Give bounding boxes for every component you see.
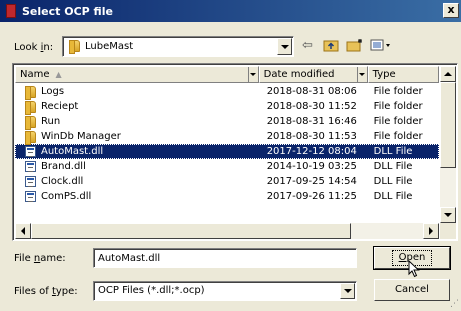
file-type: DLL File (373, 191, 413, 202)
arrow-up-icon (444, 72, 452, 76)
lookin-value: LubeMast (85, 40, 134, 52)
arrow-left-icon (21, 227, 25, 235)
app-icon (6, 4, 16, 18)
column-header-name[interactable]: Name ▲ (15, 66, 259, 83)
file-name: Clock.dll (41, 176, 84, 187)
file-date: 2018-08-30 11:52 (266, 101, 357, 112)
list-item[interactable]: Logs 2018-08-31 08:06 File folder (15, 84, 439, 100)
column-filter-dropdown[interactable] (356, 67, 367, 82)
scroll-corner (440, 223, 456, 239)
dll-file-icon (25, 146, 36, 157)
column-filter-dropdown[interactable] (247, 67, 258, 82)
new-folder-glyph (346, 39, 362, 52)
chevron-down-icon (359, 73, 366, 76)
horizontal-scroll-thumb[interactable] (31, 223, 351, 239)
column-header-date[interactable]: Date modified (258, 66, 368, 83)
dll-file-icon (25, 191, 36, 202)
list-item[interactable]: Run 2018-08-31 16:46 File folder (15, 114, 439, 130)
lookin-label: Look in: (14, 42, 54, 53)
lookin-combo[interactable]: LubeMast (62, 36, 294, 57)
horizontal-scrollbar[interactable] (15, 223, 439, 239)
filetype-combo[interactable]: OCP Files (*.dll;*.ocp) (93, 281, 357, 301)
arrow-down-icon (444, 213, 452, 217)
scroll-left-button[interactable] (15, 223, 31, 239)
file-name: Run (41, 116, 61, 127)
list-item[interactable]: WinDb Manager 2018-08-30 11:53 File fold… (15, 129, 439, 145)
file-date: 2017-12-12 08:04 (266, 146, 357, 157)
scroll-right-button[interactable] (423, 223, 439, 239)
list-header: Name ▲ Date modified Type (15, 66, 439, 83)
list-item[interactable]: Reciept 2018-08-30 11:52 File folder (15, 99, 439, 115)
list-item[interactable]: Brand.dll 2014-10-19 03:25 DLL File (15, 159, 439, 174)
dll-file-icon (25, 161, 36, 172)
vertical-scrollbar[interactable] (440, 66, 456, 223)
filetype-dropdown-button[interactable] (340, 283, 355, 299)
folder-icon (69, 40, 80, 54)
back-arrow-icon[interactable]: ⇦ (302, 38, 313, 54)
folder-icon (25, 100, 36, 115)
arrow-right-icon (429, 227, 433, 235)
file-type: File folder (373, 101, 423, 112)
file-date: 2014-10-19 03:25 (266, 161, 357, 172)
list-item[interactable]: Clock.dll 2017-09-25 14:54 DLL File (15, 174, 439, 189)
vertical-scroll-thumb[interactable] (440, 82, 456, 168)
resize-grip-icon[interactable]: ⋰ (450, 299, 459, 309)
filetype-label: Files of type: (14, 286, 78, 297)
scroll-down-button[interactable] (440, 207, 456, 223)
scroll-up-button[interactable] (440, 66, 456, 82)
mouse-cursor-icon (408, 260, 420, 278)
chevron-down-icon (280, 44, 289, 49)
file-date: 2018-08-31 08:06 (266, 86, 357, 97)
cancel-button[interactable]: Cancel (374, 279, 450, 301)
file-date: 2018-08-30 11:53 (266, 131, 357, 142)
title-bar: Select OCP file x (0, 0, 461, 22)
view-menu-glyph (370, 39, 390, 51)
column-header-type[interactable]: Type (367, 66, 439, 83)
file-name: AutoMast.dll (41, 146, 104, 157)
sort-up-icon: ▲ (55, 70, 62, 79)
file-type: File folder (373, 131, 423, 142)
file-type: File folder (373, 116, 423, 127)
file-list[interactable]: Name ▲ Date modified Type Logs 2018-08-31… (12, 63, 458, 241)
list-item-selected[interactable]: AutoMast.dll 2017-12-12 08:04 DLL File (15, 144, 439, 159)
filename-input[interactable] (93, 248, 357, 268)
window-title: Select OCP file (22, 4, 113, 18)
lookin-dropdown-button[interactable] (277, 38, 292, 55)
file-type: DLL File (373, 146, 413, 157)
file-name: WinDb Manager (41, 131, 121, 142)
list-item[interactable]: ComPS.dll 2017-09-26 11:25 DLL File (15, 189, 439, 204)
folder-icon (25, 85, 36, 100)
dll-file-icon (25, 176, 36, 187)
file-rows: Logs 2018-08-31 08:06 File folder Reciep… (15, 84, 439, 204)
file-name: Brand.dll (41, 161, 86, 172)
file-date: 2017-09-25 14:54 (266, 176, 357, 187)
file-name: Logs (41, 86, 65, 97)
filename-label: File name: (14, 253, 66, 264)
up-folder-icon[interactable] (323, 38, 339, 54)
filetype-value: OCP Files (*.dll;*.ocp) (98, 285, 205, 296)
file-type: File folder (373, 86, 423, 97)
folder-icon (25, 115, 36, 130)
chevron-down-icon (250, 73, 257, 76)
folder-icon (25, 130, 36, 145)
chevron-down-icon (343, 289, 352, 293)
file-type: DLL File (373, 176, 413, 187)
close-button[interactable]: x (443, 3, 459, 18)
new-folder-icon[interactable] (346, 38, 364, 54)
view-menu-icon[interactable] (370, 38, 392, 54)
file-date: 2017-09-26 11:25 (266, 191, 357, 202)
file-name: ComPS.dll (41, 191, 92, 202)
file-name: Reciept (41, 101, 79, 112)
file-date: 2018-08-31 16:46 (266, 116, 357, 127)
up-folder-glyph (323, 40, 339, 52)
file-type: DLL File (373, 161, 413, 172)
